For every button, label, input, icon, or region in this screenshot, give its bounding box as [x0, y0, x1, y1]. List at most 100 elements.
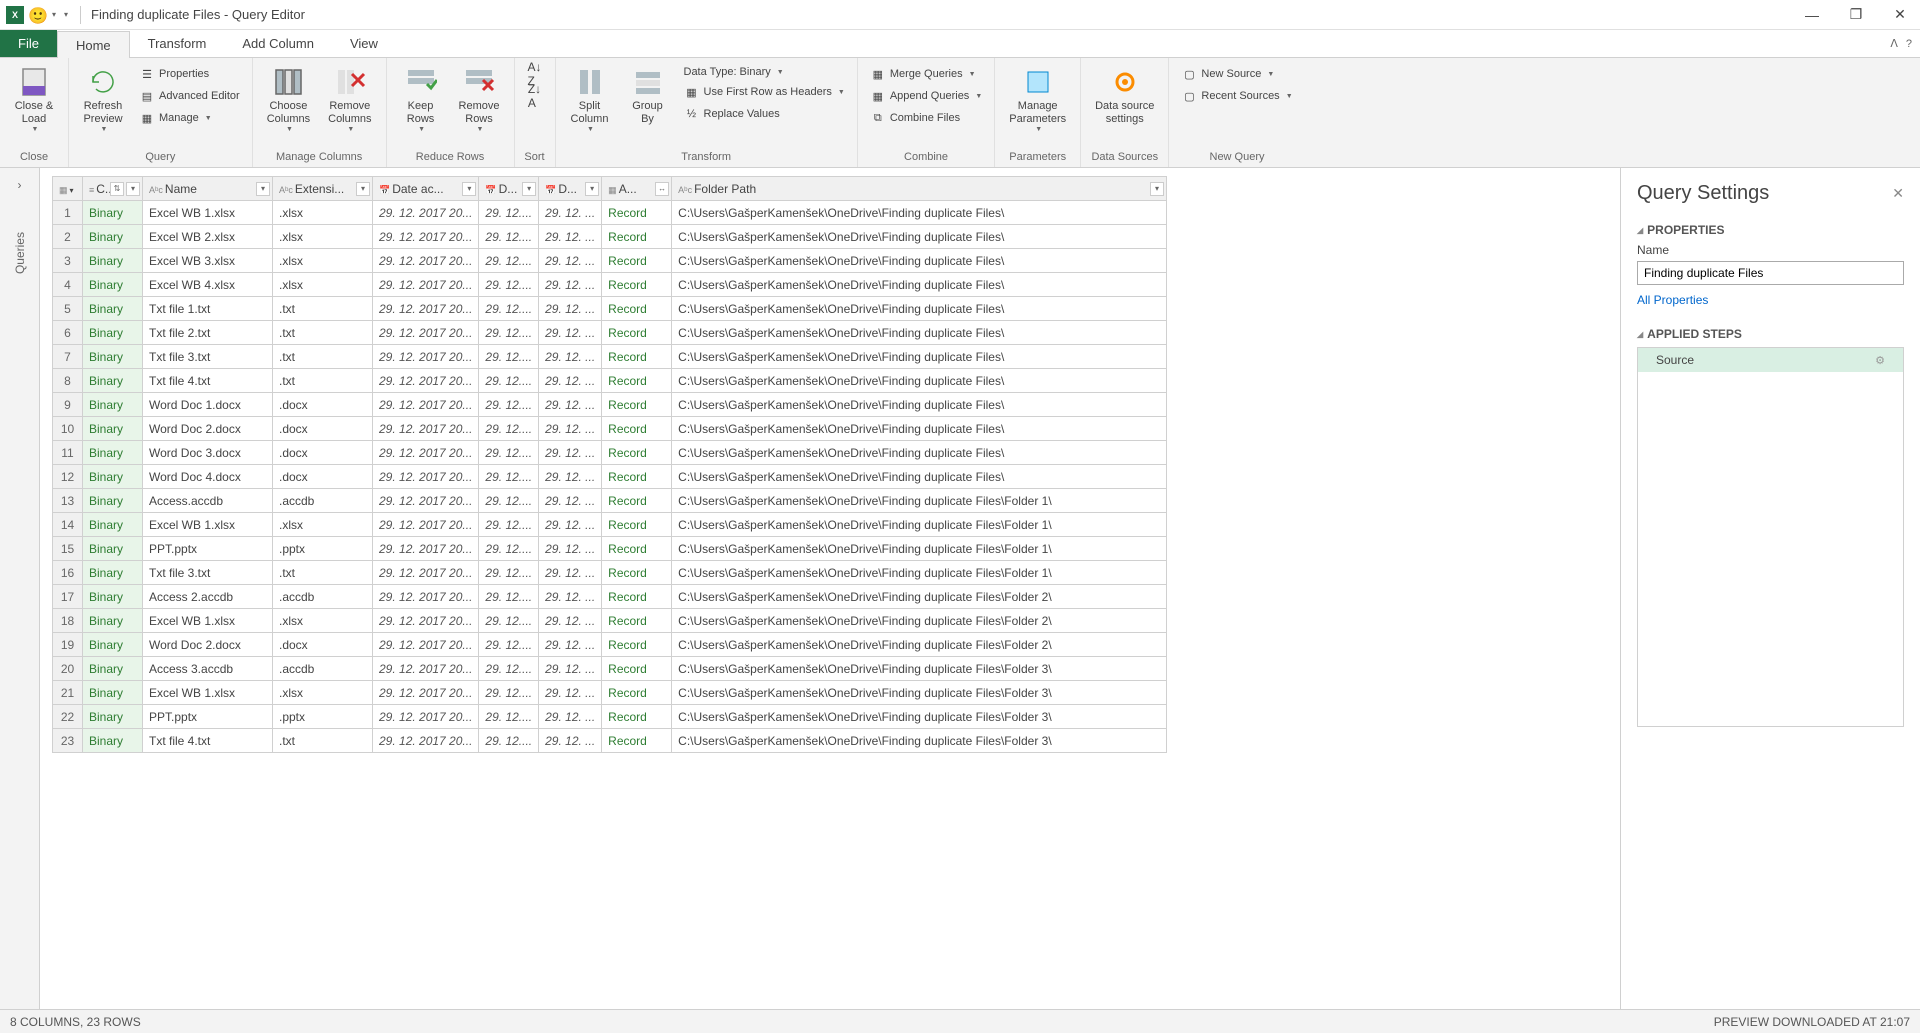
cell-date-created[interactable]: 29. 12. ... — [539, 249, 602, 273]
cell-name[interactable]: Excel WB 2.xlsx — [143, 225, 273, 249]
cell-attributes[interactable]: Record — [602, 201, 672, 225]
cell-date-created[interactable]: 29. 12. ... — [539, 729, 602, 753]
cell-content[interactable]: Binary — [83, 297, 143, 321]
table-row[interactable]: 1BinaryExcel WB 1.xlsx.xlsx29. 12. 2017 … — [53, 201, 1167, 225]
group-by-button[interactable]: Group By — [622, 62, 674, 130]
cell-attributes[interactable]: Record — [602, 513, 672, 537]
cell-folder-path[interactable]: C:\Users\GašperKamenšek\OneDrive\Finding… — [672, 585, 1167, 609]
cell-attributes[interactable]: Record — [602, 561, 672, 585]
cell-date-modified[interactable]: 29. 12.... — [479, 681, 539, 705]
table-row[interactable]: 5BinaryTxt file 1.txt.txt29. 12. 2017 20… — [53, 297, 1167, 321]
new-source-button[interactable]: ▢New Source▼ — [1177, 64, 1296, 84]
cell-folder-path[interactable]: C:\Users\GašperKamenšek\OneDrive\Finding… — [672, 705, 1167, 729]
cell-attributes[interactable]: Record — [602, 705, 672, 729]
cell-extension[interactable]: .xlsx — [273, 609, 373, 633]
qat-customize-icon[interactable]: ▾ — [62, 10, 70, 19]
help-icon[interactable]: ? — [1906, 38, 1912, 50]
row-header-corner[interactable]: ▦▾ — [53, 177, 83, 201]
table-row[interactable]: 10BinaryWord Doc 2.docx.docx29. 12. 2017… — [53, 417, 1167, 441]
cell-attributes[interactable]: Record — [602, 489, 672, 513]
cell-content[interactable]: Binary — [83, 417, 143, 441]
cell-date-modified[interactable]: 29. 12.... — [479, 633, 539, 657]
tab-view[interactable]: View — [332, 30, 396, 57]
cell-date-accessed[interactable]: 29. 12. 2017 20... — [373, 537, 479, 561]
tab-add-column[interactable]: Add Column — [224, 30, 332, 57]
cell-date-created[interactable]: 29. 12. ... — [539, 537, 602, 561]
qat-dropdown-icon[interactable]: ▾ — [50, 10, 58, 19]
table-row[interactable]: 11BinaryWord Doc 3.docx.docx29. 12. 2017… — [53, 441, 1167, 465]
cell-content[interactable]: Binary — [83, 369, 143, 393]
cell-name[interactable]: Txt file 2.txt — [143, 321, 273, 345]
filter-icon[interactable]: ▾ — [522, 182, 536, 196]
table-row[interactable]: 23BinaryTxt file 4.txt.txt29. 12. 2017 2… — [53, 729, 1167, 753]
cell-attributes[interactable]: Record — [602, 537, 672, 561]
col-header-name[interactable]: AᵇcName▾ — [143, 177, 273, 201]
all-properties-link[interactable]: All Properties — [1637, 293, 1904, 307]
cell-folder-path[interactable]: C:\Users\GašperKamenšek\OneDrive\Finding… — [672, 393, 1167, 417]
cell-content[interactable]: Binary — [83, 729, 143, 753]
cell-date-accessed[interactable]: 29. 12. 2017 20... — [373, 729, 479, 753]
table-row[interactable]: 9BinaryWord Doc 1.docx.docx29. 12. 2017 … — [53, 393, 1167, 417]
tab-home[interactable]: Home — [57, 31, 130, 58]
cell-extension[interactable]: .txt — [273, 321, 373, 345]
merge-queries-button[interactable]: ▦Merge Queries▼ — [866, 64, 986, 84]
cell-date-modified[interactable]: 29. 12.... — [479, 489, 539, 513]
cell-content[interactable]: Binary — [83, 273, 143, 297]
table-row[interactable]: 7BinaryTxt file 3.txt.txt29. 12. 2017 20… — [53, 345, 1167, 369]
row-number[interactable]: 17 — [53, 585, 83, 609]
row-number[interactable]: 12 — [53, 465, 83, 489]
cell-date-accessed[interactable]: 29. 12. 2017 20... — [373, 489, 479, 513]
cell-content[interactable]: Binary — [83, 513, 143, 537]
manage-button[interactable]: ▦Manage▼ — [135, 108, 244, 128]
combine-files-button[interactable]: ⧉Combine Files — [866, 108, 986, 128]
data-type-button[interactable]: Data Type: Binary▼ — [680, 64, 849, 80]
cell-extension[interactable]: .xlsx — [273, 249, 373, 273]
cell-date-created[interactable]: 29. 12. ... — [539, 369, 602, 393]
col-header-date-modified[interactable]: 📅D...▾ — [479, 177, 539, 201]
cell-attributes[interactable]: Record — [602, 441, 672, 465]
tab-file[interactable]: File — [0, 30, 57, 57]
cell-date-modified[interactable]: 29. 12.... — [479, 441, 539, 465]
cell-extension[interactable]: .pptx — [273, 705, 373, 729]
expand-queries-icon[interactable]: › — [18, 178, 22, 192]
cell-content[interactable]: Binary — [83, 225, 143, 249]
cell-folder-path[interactable]: C:\Users\GašperKamenšek\OneDrive\Finding… — [672, 321, 1167, 345]
minimize-button[interactable]: — — [1798, 4, 1826, 26]
cell-name[interactable]: Access 2.accdb — [143, 585, 273, 609]
cell-date-accessed[interactable]: 29. 12. 2017 20... — [373, 345, 479, 369]
properties-button[interactable]: ☰Properties — [135, 64, 244, 84]
cell-extension[interactable]: .txt — [273, 345, 373, 369]
col-header-date-accessed[interactable]: 📅Date ac...▾ — [373, 177, 479, 201]
cell-date-accessed[interactable]: 29. 12. 2017 20... — [373, 681, 479, 705]
cell-date-accessed[interactable]: 29. 12. 2017 20... — [373, 393, 479, 417]
table-row[interactable]: 3BinaryExcel WB 3.xlsx.xlsx29. 12. 2017 … — [53, 249, 1167, 273]
col-header-attributes[interactable]: ▦A...↔ — [602, 177, 672, 201]
cell-attributes[interactable]: Record — [602, 585, 672, 609]
cell-folder-path[interactable]: C:\Users\GašperKamenšek\OneDrive\Finding… — [672, 537, 1167, 561]
cell-date-accessed[interactable]: 29. 12. 2017 20... — [373, 321, 479, 345]
cell-content[interactable]: Binary — [83, 633, 143, 657]
cell-content[interactable]: Binary — [83, 585, 143, 609]
row-number[interactable]: 2 — [53, 225, 83, 249]
row-number[interactable]: 14 — [53, 513, 83, 537]
collapse-ribbon-icon[interactable]: ᐱ — [1890, 37, 1898, 50]
cell-name[interactable]: PPT.pptx — [143, 537, 273, 561]
cell-content[interactable]: Binary — [83, 465, 143, 489]
first-row-headers-button[interactable]: ▦Use First Row as Headers▼ — [680, 82, 849, 102]
append-queries-button[interactable]: ▦Append Queries▼ — [866, 86, 986, 106]
cell-name[interactable]: Word Doc 3.docx — [143, 441, 273, 465]
data-grid-container[interactable]: ▦▾ ≡C...⇅▾ AᵇcName▾ AᵇcExtensi...▾ 📅Date… — [40, 168, 1620, 1009]
cell-content[interactable]: Binary — [83, 657, 143, 681]
cell-extension[interactable]: .xlsx — [273, 225, 373, 249]
col-header-extension[interactable]: AᵇcExtensi...▾ — [273, 177, 373, 201]
query-name-input[interactable] — [1637, 261, 1904, 285]
cell-date-created[interactable]: 29. 12. ... — [539, 561, 602, 585]
cell-folder-path[interactable]: C:\Users\GašperKamenšek\OneDrive\Finding… — [672, 369, 1167, 393]
cell-name[interactable]: Access.accdb — [143, 489, 273, 513]
cell-folder-path[interactable]: C:\Users\GašperKamenšek\OneDrive\Finding… — [672, 561, 1167, 585]
remove-columns-button[interactable]: Remove Columns ▼ — [322, 62, 377, 137]
cell-folder-path[interactable]: C:\Users\GašperKamenšek\OneDrive\Finding… — [672, 225, 1167, 249]
cell-date-accessed[interactable]: 29. 12. 2017 20... — [373, 249, 479, 273]
data-source-settings-button[interactable]: Data source settings — [1089, 62, 1160, 130]
table-row[interactable]: 21BinaryExcel WB 1.xlsx.xlsx29. 12. 2017… — [53, 681, 1167, 705]
